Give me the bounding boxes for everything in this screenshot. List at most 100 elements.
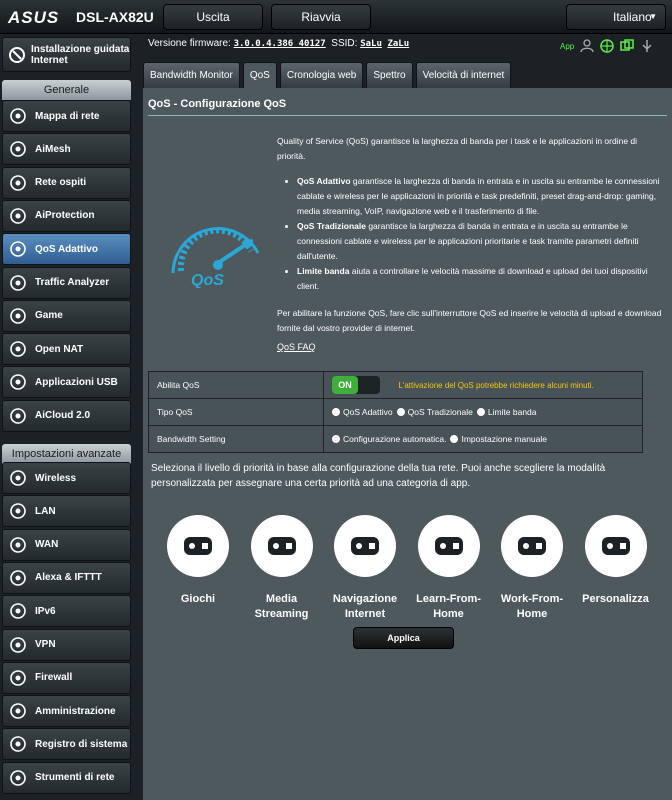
bandwidth-radio[interactable]: [450, 435, 459, 444]
priority-navigazione-internet[interactable]: Navigazione Internet: [326, 515, 404, 622]
bullet-title: QoS Tradizionale: [297, 221, 366, 231]
sidebar-item-open-nat[interactable]: Open NAT: [2, 333, 131, 366]
sidebar-item-usb[interactable]: Applicazioni USB: [2, 366, 131, 399]
sidebar-item-lan[interactable]: LAN: [2, 495, 131, 528]
tab-bandwidth-monitor[interactable]: Bandwidth Monitor: [143, 62, 240, 88]
apply-button[interactable]: Applica: [353, 627, 454, 649]
aiprotection-icon: [7, 205, 29, 227]
learn-from-home-icon[interactable]: [417, 515, 480, 577]
sidebar-item-network-map[interactable]: Mappa di rete: [2, 100, 131, 132]
sidebar-item-network-tools[interactable]: Strumenti di rete: [2, 761, 131, 794]
sidebar-item-aicloud[interactable]: AiCloud 2.0: [2, 399, 131, 432]
ssid-link-1[interactable]: SaLu: [360, 39, 382, 49]
qos-type-radio[interactable]: [476, 408, 485, 417]
qos-type-option-label[interactable]: QoS Adattivo: [343, 407, 393, 417]
qos-type-option-label[interactable]: Limite banda: [488, 407, 537, 417]
traffic-analyzer-icon: [7, 272, 29, 294]
priority-learn-from-home[interactable]: Learn-From-Home: [410, 515, 488, 622]
sidebar-item-traffic-analyzer[interactable]: Traffic Analyzer: [2, 266, 131, 299]
table-row: Tipo QoS QoS Adattivo QoS Tradizionale Lim…: [148, 398, 643, 426]
qos-type-option-label[interactable]: QoS Tradizionale: [408, 407, 473, 417]
usb-status-icon[interactable]: [640, 39, 654, 53]
sidebar-item-vpn[interactable]: VPN: [2, 628, 131, 661]
sidebar-item-qos[interactable]: QoS Adattivo: [2, 233, 131, 266]
bandwidth-radio[interactable]: [332, 435, 340, 444]
priority-work-from-home[interactable]: Work-From-Home: [493, 515, 571, 622]
list-item: Limite banda aiuta a controllare le velo…: [297, 264, 667, 294]
media-streaming-icon[interactable]: [250, 515, 313, 577]
enable-qos-toggle[interactable]: ON: [332, 376, 380, 394]
sidebar-item-wireless[interactable]: Wireless: [2, 462, 131, 494]
administration-icon: [7, 700, 29, 722]
qos-faq-link[interactable]: QoS FAQ: [277, 342, 316, 352]
page-title: QoS - Configurazione QoS: [148, 98, 287, 110]
wireless-icon: [7, 467, 29, 489]
users-icon[interactable]: [580, 39, 594, 53]
sidebar-item-label: Open NAT: [35, 343, 84, 355]
sidebar-item-label: Rete ospiti: [35, 177, 87, 189]
language-select[interactable]: Italiano ▼: [566, 4, 666, 30]
sidebar-item-administration[interactable]: Amministrazione: [2, 695, 131, 728]
sidebar-item-wan[interactable]: WAN: [2, 528, 131, 561]
priority-giochi[interactable]: Giochi: [159, 515, 237, 607]
tab-spettro[interactable]: Spettro: [366, 62, 413, 88]
table-row: Abilita QoS ON L'attivazione del QoS pot…: [148, 371, 643, 399]
sidebar-item-label: IPv6: [35, 605, 56, 617]
ssid-link-2[interactable]: ZaLu: [387, 39, 409, 49]
firmware-version-link[interactable]: 3.0.0.4.386_40127: [234, 39, 326, 49]
language-value: Italiano: [613, 10, 652, 24]
priority-personalizza[interactable]: Personalizza: [577, 515, 655, 607]
wan-status-icon[interactable]: [620, 39, 634, 53]
category-label: Personalizza: [582, 593, 649, 605]
system-log-icon: [7, 733, 29, 755]
sidebar-general-header: Generale: [2, 80, 131, 100]
sidebar-item-label: Game: [35, 310, 63, 322]
sidebar-item-firewall[interactable]: Firewall: [2, 661, 131, 694]
sidebar-item-game[interactable]: Game: [2, 299, 131, 332]
network-tools-icon: [7, 767, 29, 789]
asus-logo[interactable]: ASUS: [8, 8, 59, 28]
tab-velocit-di-internet[interactable]: Velocità di internet: [415, 62, 512, 88]
sidebar-item-label: Applicazioni USB: [35, 376, 118, 388]
guest-network-icon: [7, 172, 29, 194]
sidebar-item-label: Traffic Analyzer: [35, 277, 110, 288]
sidebar-item-aimesh[interactable]: AiMesh: [2, 133, 131, 166]
qos-type-radio[interactable]: [332, 408, 340, 417]
work-from-home-icon[interactable]: [501, 515, 563, 577]
sidebar-item-alexa[interactable]: Alexa & IFTTT: [2, 561, 131, 594]
gamepad-icon[interactable]: [167, 515, 229, 577]
sidebar: Installazione guidata Internet Generale …: [0, 35, 140, 800]
alexa-icon: [7, 567, 29, 589]
sidebar-item-quick-setup[interactable]: Installazione guidata Internet: [2, 37, 131, 72]
qos-type-radio[interactable]: [396, 408, 405, 417]
sidebar-item-guest-network[interactable]: Rete ospiti: [2, 166, 131, 199]
wizard-icon: [7, 45, 27, 65]
tab-bar: Bandwidth Monitor QoS Cronologia web Spettr…: [143, 62, 512, 88]
bandwidth-option-label[interactable]: Impostazione manuale: [461, 434, 547, 444]
web-browsing-icon[interactable]: [334, 515, 396, 577]
internet-status-icon[interactable]: [600, 39, 614, 53]
sidebar-item-label: Firewall: [35, 672, 73, 684]
usb-icon: [7, 371, 29, 393]
tab-cronologia-web[interactable]: Cronologia web: [279, 62, 364, 88]
ssid-label: SSID:: [331, 38, 358, 49]
reboot-button[interactable]: Riavvia: [271, 4, 371, 30]
game-icon: [7, 305, 29, 327]
sidebar-item-system-log[interactable]: Registro di sistema: [2, 728, 131, 761]
customize-icon[interactable]: [584, 515, 647, 577]
bandwidth-option-label[interactable]: Configurazione automatica.: [343, 434, 446, 444]
sidebar-item-ipv6[interactable]: IPv6: [2, 595, 131, 628]
list-item: QoS Adattivo garantisce la larghezza di …: [297, 174, 667, 219]
logout-button[interactable]: Uscita: [163, 4, 263, 30]
qos-icon: [7, 238, 29, 260]
sidebar-item-aiprotection[interactable]: AiProtection: [2, 199, 131, 232]
qos-description: Quality of Service (QoS) garantisce la l…: [277, 134, 667, 302]
list-item: QoS Tradizionale garantisce la larghezza…: [297, 219, 667, 264]
main-panel: QoS - Configurazione QoS QoS Quality of …: [143, 88, 672, 800]
bullet-title: QoS Adattivo: [297, 176, 351, 186]
app-status[interactable]: App: [560, 42, 574, 51]
bullet-text: garantisce la larghezza di banda in entr…: [297, 176, 660, 216]
top-bar: ASUS DSL-AX82U Uscita Riavvia Italiano ▼: [0, 0, 672, 34]
priority-media-streaming[interactable]: Media Streaming: [243, 515, 321, 622]
tab-qos[interactable]: QoS: [242, 62, 277, 88]
